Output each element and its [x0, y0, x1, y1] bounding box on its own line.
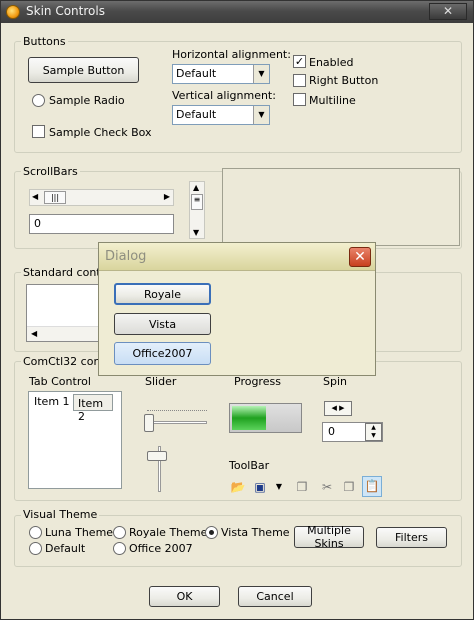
sample-radio[interactable]: [32, 94, 45, 107]
scrollbars-group-label: ScrollBars: [21, 165, 80, 178]
cancel-button[interactable]: Cancel: [238, 586, 312, 607]
copy2-icon[interactable]: ❐: [341, 479, 357, 495]
right-button-checkbox[interactable]: [293, 74, 306, 87]
scroll-thumb-vertical[interactable]: ≡: [191, 194, 203, 210]
dialog-close-button[interactable]: ✕: [349, 247, 371, 267]
window-title: Skin Controls: [26, 4, 105, 18]
cut-icon[interactable]: ✂: [319, 479, 335, 495]
luna-theme-radio[interactable]: [29, 526, 42, 539]
ok-button[interactable]: OK: [149, 586, 220, 607]
office-2007-theme-label: Office 2007: [129, 542, 193, 555]
save-disk-icon[interactable]: ▣: [252, 479, 268, 495]
luna-theme-label: Luna Theme: [45, 526, 114, 539]
royale-theme-label: Royale Theme: [129, 526, 208, 539]
open-folder-icon[interactable]: 📂: [230, 479, 246, 495]
dialog-title: Dialog: [105, 249, 147, 264]
spin-label: Spin: [323, 375, 347, 388]
horizontal-spin-buttons[interactable]: ◀ ▶: [324, 401, 352, 416]
multiple-skins-button[interactable]: Multiple Skins: [294, 524, 364, 550]
scroll-left-arrow-icon[interactable]: ◀: [31, 329, 37, 338]
scroll-down-arrow-icon[interactable]: ▼: [193, 228, 199, 237]
vertical-alignment-label: Vertical alignment:: [172, 89, 276, 102]
horizontal-scrollbar[interactable]: ◀ ||| ▶: [29, 189, 174, 206]
app-icon: [6, 5, 20, 19]
scroll-left-arrow-icon[interactable]: ◀: [32, 192, 38, 201]
multiline-label: Multiline: [309, 94, 356, 107]
sample-checkbox[interactable]: [32, 125, 45, 138]
tab-item-2[interactable]: Item 2: [73, 394, 113, 423]
progress-label: Progress: [234, 375, 281, 388]
enabled-checkbox[interactable]: ✓: [293, 55, 306, 68]
office2007-button[interactable]: Office2007: [114, 342, 211, 365]
scroll-thumb[interactable]: |||: [44, 191, 66, 204]
slider-label: Slider: [145, 375, 177, 388]
dialog-window: Dialog ✕ Royale Vista Office2007: [98, 242, 376, 376]
scroll-right-arrow-icon[interactable]: ▶: [164, 192, 170, 201]
scroll-up-arrow-icon[interactable]: ▲: [193, 183, 199, 192]
tab-item-1[interactable]: Item 1: [29, 392, 71, 410]
dialog-title-bar[interactable]: Dialog ✕: [99, 243, 375, 271]
chevron-down-icon[interactable]: ▼: [253, 106, 269, 124]
scroll-preview-panel: [222, 168, 460, 246]
slider-thumb[interactable]: [144, 414, 154, 432]
toolbar-label: ToolBar: [229, 459, 270, 472]
visual-theme-group-label: Visual Theme: [21, 508, 100, 521]
vista-theme-label: Vista Theme: [221, 526, 290, 539]
multiline-checkbox[interactable]: [293, 93, 306, 106]
progress-bar-fill: [232, 406, 266, 430]
buttons-group-label: Buttons: [21, 35, 68, 48]
dropdown-arrow-icon[interactable]: ▼: [271, 479, 287, 495]
scroll-value-field[interactable]: 0: [29, 214, 174, 234]
filters-button[interactable]: Filters: [376, 527, 447, 548]
copy-icon[interactable]: ❐: [294, 479, 310, 495]
sample-radio-label: Sample Radio: [49, 94, 125, 107]
vista-theme-radio[interactable]: [205, 526, 218, 539]
vertical-alignment-select[interactable]: Default ▼: [172, 105, 270, 125]
title-bar[interactable]: Skin Controls ✕: [1, 1, 473, 23]
sample-checkbox-label: Sample Check Box: [49, 126, 152, 139]
paste-icon: 📋: [364, 479, 380, 493]
right-button-label: Right Button: [309, 74, 379, 87]
slider-track: [147, 421, 207, 424]
default-theme-label: Default: [45, 542, 86, 555]
horizontal-alignment-value: Default: [176, 67, 217, 80]
progress-bar: [229, 403, 302, 433]
vertical-alignment-value: Default: [176, 108, 217, 121]
horizontal-alignment-label: Horizontal alignment:: [172, 48, 291, 61]
vertical-spin-buttons[interactable]: ▲ ▼: [365, 423, 382, 441]
royale-button[interactable]: Royale: [114, 283, 211, 305]
horizontal-alignment-select[interactable]: Default ▼: [172, 64, 270, 84]
vertical-scrollbar[interactable]: ▲ ≡ ▼: [189, 181, 205, 239]
office-2007-theme-radio[interactable]: [113, 542, 126, 555]
paste-button[interactable]: 📋: [362, 476, 382, 497]
vista-button[interactable]: Vista: [114, 313, 211, 335]
checkmark-icon: ✓: [294, 55, 305, 68]
vertical-slider-thumb[interactable]: [147, 451, 167, 461]
enabled-label: Enabled: [309, 56, 354, 69]
tab-control-label: Tab Control: [29, 375, 91, 388]
royale-theme-radio[interactable]: [113, 526, 126, 539]
chevron-down-icon[interactable]: ▼: [253, 65, 269, 83]
default-theme-radio[interactable]: [29, 542, 42, 555]
window-close-button[interactable]: ✕: [429, 3, 467, 20]
slider-ticks: [147, 410, 207, 412]
sample-button[interactable]: Sample Button: [28, 57, 139, 83]
